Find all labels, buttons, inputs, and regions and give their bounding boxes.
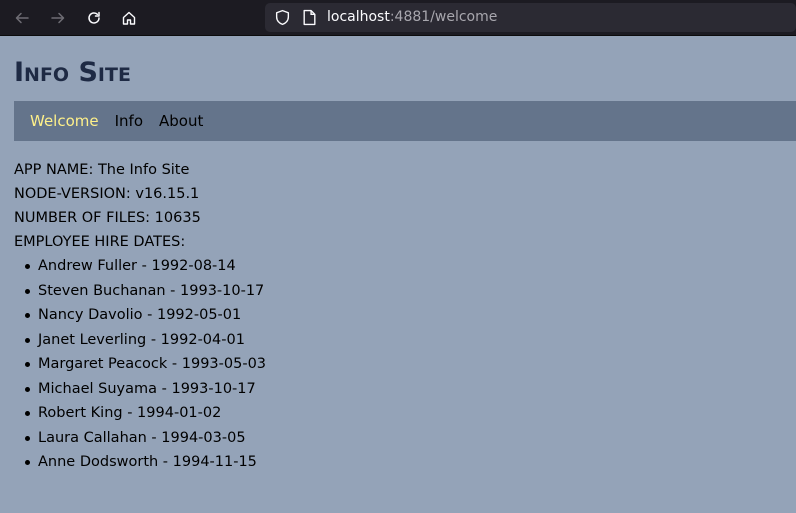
list-item: Laura Callahan - 1994-03-05: [14, 426, 266, 451]
home-icon: [122, 11, 136, 25]
list-item: Michael Suyama - 1993-10-17: [14, 377, 266, 402]
back-button[interactable]: [10, 6, 34, 30]
shield-icon[interactable]: [274, 9, 291, 26]
nav-bar: Welcome Info About: [14, 101, 796, 141]
list-item: Nancy Davolio - 1992-05-01: [14, 303, 266, 328]
list-item: Steven Buchanan - 1993-10-17: [14, 279, 266, 304]
number-of-files: NUMBER OF FILES: 10635: [14, 210, 201, 226]
page-content: Info Site Welcome Info About APP NAME: T…: [0, 37, 796, 513]
url-path: :4881/welcome: [389, 9, 498, 25]
nav-about-link[interactable]: About: [159, 111, 203, 131]
page-icon[interactable]: [302, 9, 317, 26]
url-bar[interactable]: localhost:4881/welcome: [265, 3, 796, 32]
info-section: APP NAME: The Info Site NODE-VERSION: v1…: [14, 158, 266, 475]
nav-welcome-link[interactable]: Welcome: [30, 111, 99, 131]
back-arrow-icon: [15, 12, 29, 24]
reload-button[interactable]: [82, 6, 106, 30]
list-item: Robert King - 1994-01-02: [14, 401, 266, 426]
list-item: Margaret Peacock - 1993-05-03: [14, 352, 266, 377]
browser-toolbar: localhost:4881/welcome: [0, 0, 796, 36]
nav-info-link[interactable]: Info: [115, 111, 143, 131]
reload-icon: [88, 11, 100, 24]
forward-arrow-icon: [51, 12, 65, 24]
app-name: APP NAME: The Info Site: [14, 162, 190, 178]
forward-button[interactable]: [46, 6, 70, 30]
home-button[interactable]: [117, 6, 141, 30]
url-host: localhost: [327, 9, 390, 25]
list-item: Janet Leverling - 1992-04-01: [14, 328, 266, 353]
employee-hire-list: Andrew Fuller - 1992-08-14 Steven Buchan…: [14, 254, 266, 475]
list-item: Anne Dodsworth - 1994-11-15: [14, 450, 266, 475]
node-version: NODE-VERSION: v16.15.1: [14, 186, 200, 202]
list-item: Andrew Fuller - 1992-08-14: [14, 254, 266, 279]
hire-dates-heading: EMPLOYEE HIRE DATES:: [14, 234, 186, 250]
url-text[interactable]: localhost:4881/welcome: [327, 8, 497, 27]
site-title: Info Site: [14, 57, 131, 88]
